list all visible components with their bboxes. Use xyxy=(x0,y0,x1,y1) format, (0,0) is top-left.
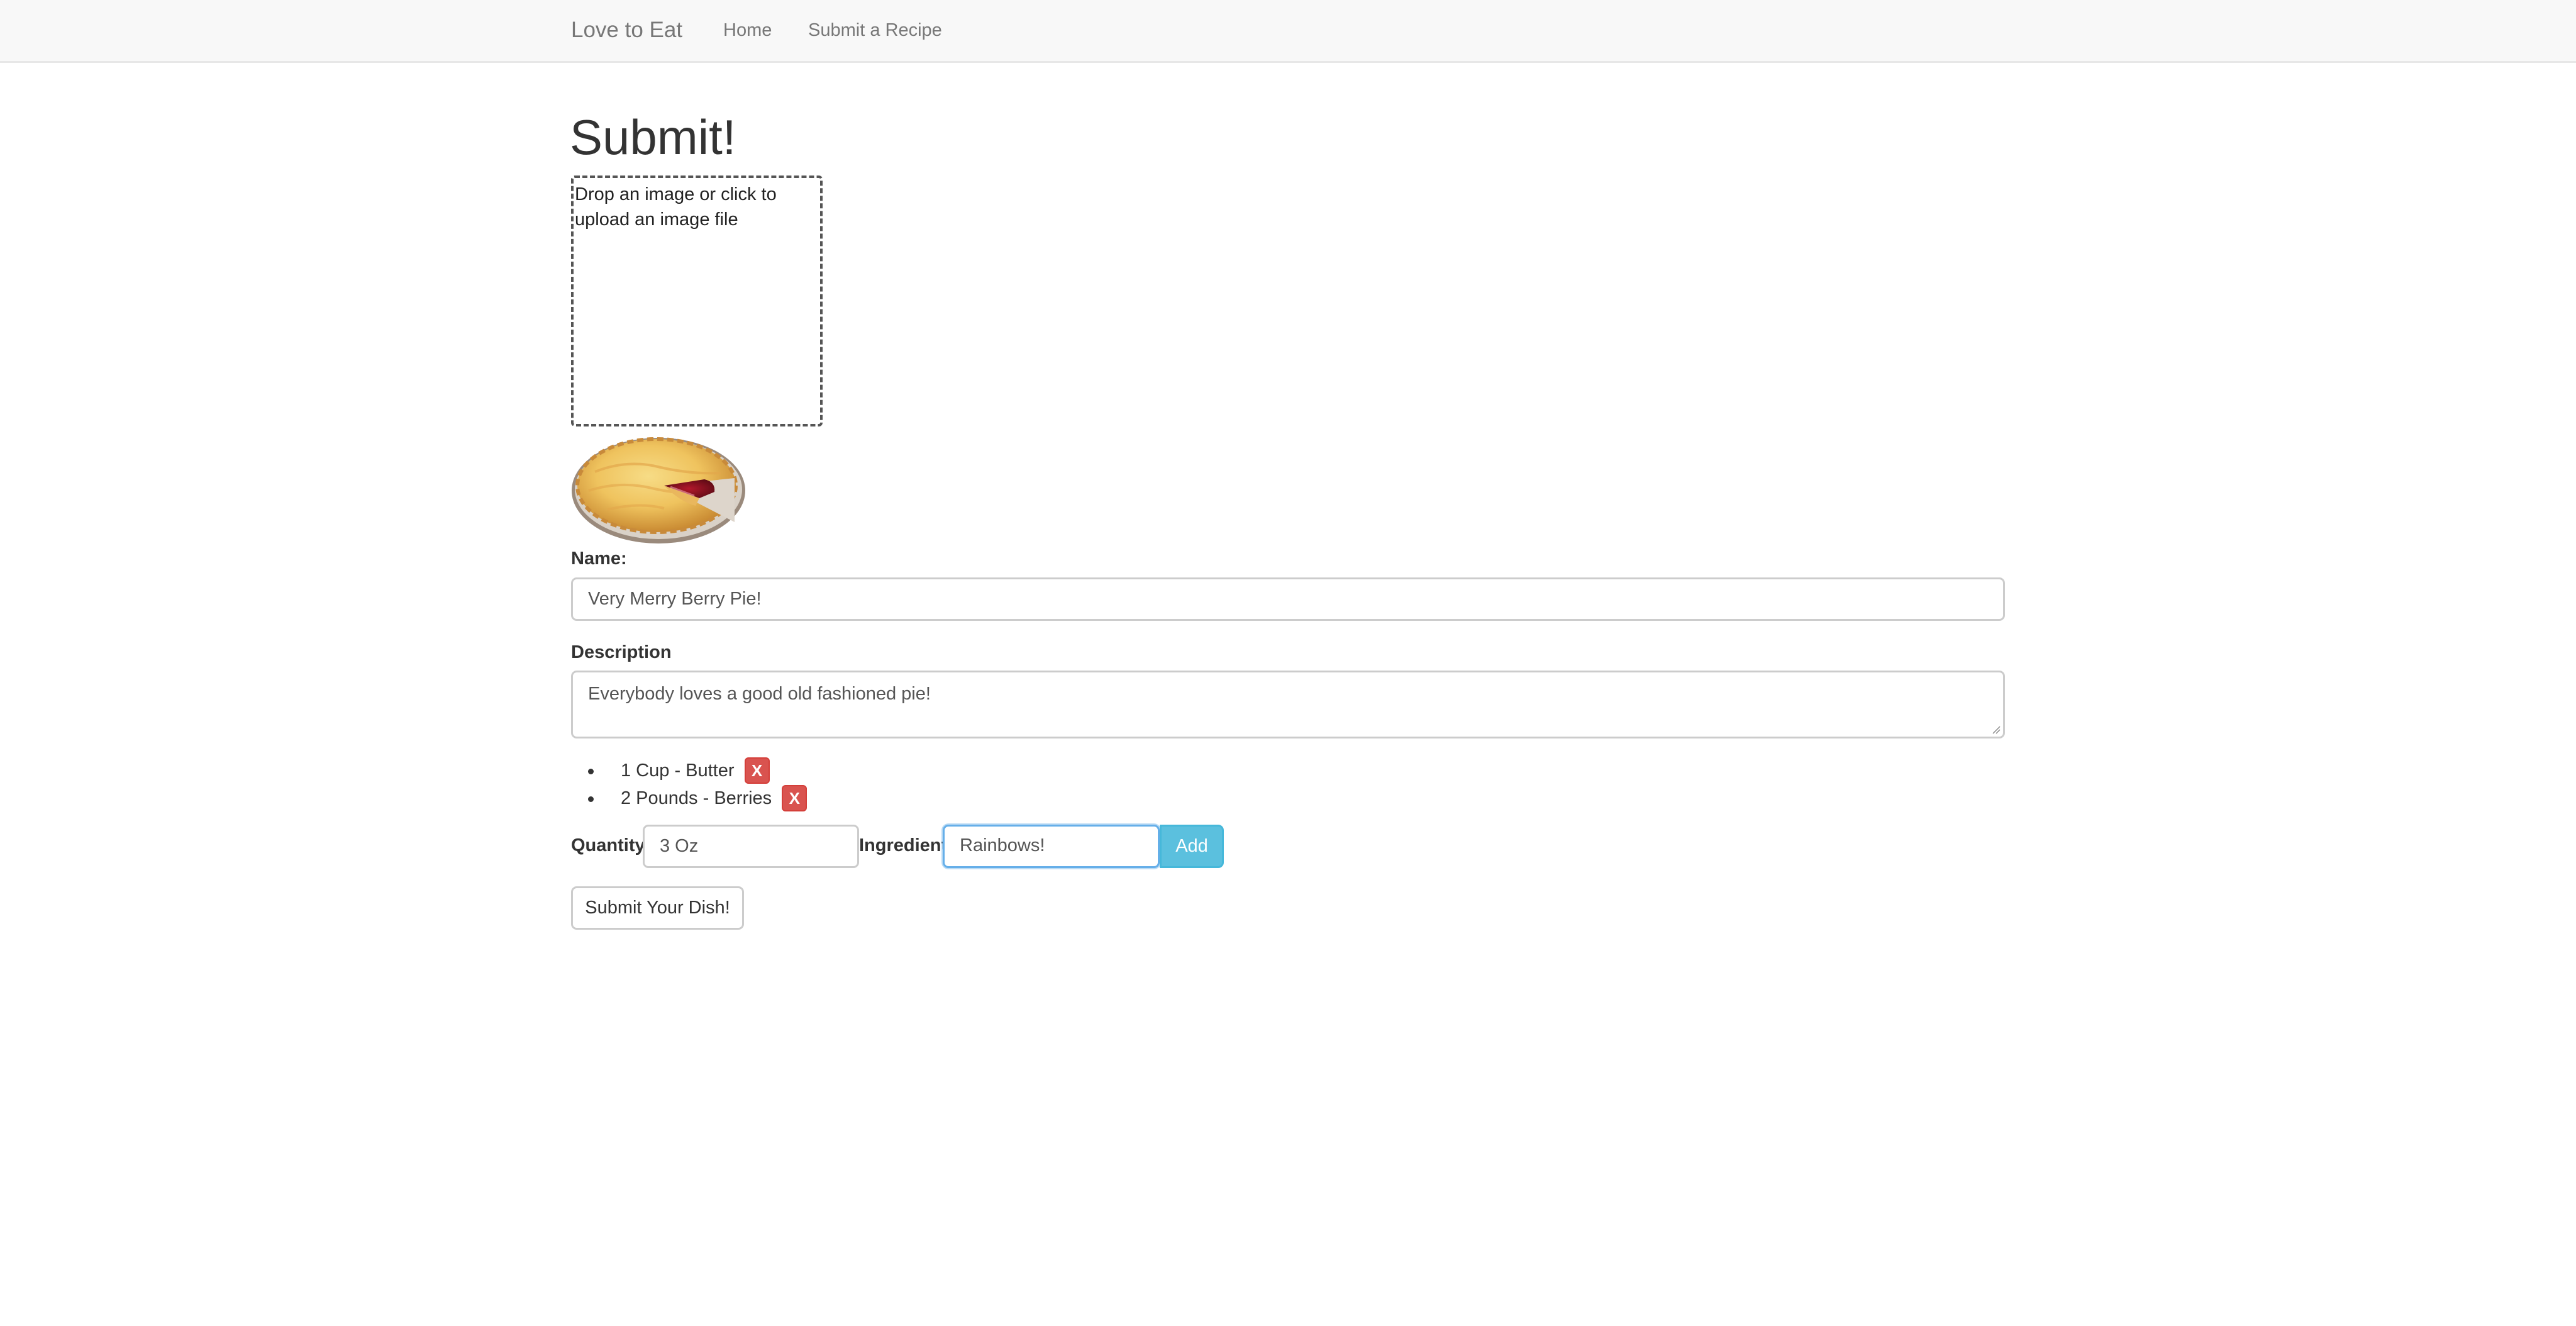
ingredient-input[interactable]: Rainbows! xyxy=(943,825,1160,868)
ingredient-item: 1 Cup - Butter X xyxy=(588,757,807,784)
recipe-name-input[interactable]: Very Merry Berry Pie! xyxy=(571,577,2005,621)
add-ingredient-button[interactable]: Add xyxy=(1160,825,1224,868)
ingredient-item: 2 Pounds - Berries X xyxy=(588,784,808,812)
recipe-image-preview xyxy=(572,437,745,543)
page-title: Submit! xyxy=(570,109,736,165)
submit-dish-button[interactable]: Submit Your Dish! xyxy=(571,886,744,930)
image-dropzone[interactable]: Drop an image or click to upload an imag… xyxy=(571,176,823,426)
navbar: Love to Eat Home Submit a Recipe xyxy=(0,0,2576,63)
description-text: Everybody loves a good old fashioned pie… xyxy=(588,684,931,704)
ingredient-text: 1 Cup - Butter xyxy=(621,760,735,781)
nav-link-home[interactable]: Home xyxy=(723,18,772,43)
remove-ingredient-button[interactable]: X xyxy=(782,785,808,811)
nav-link-submit-recipe[interactable]: Submit a Recipe xyxy=(808,18,942,43)
resize-handle-icon[interactable] xyxy=(1992,725,2001,734)
ingredient-list: 1 Cup - Butter X 2 Pounds - Berries X xyxy=(588,757,808,812)
quantity-label: Quantity xyxy=(571,835,645,855)
description-textarea[interactable]: Everybody loves a good old fashioned pie… xyxy=(571,671,2005,738)
remove-ingredient-button[interactable]: X xyxy=(744,757,770,784)
brand-link[interactable]: Love to Eat xyxy=(571,15,682,45)
description-label: Description xyxy=(571,642,672,662)
dropzone-instructions: Drop an image or click to upload an imag… xyxy=(575,184,777,230)
quantity-input[interactable]: 3 Oz xyxy=(643,825,859,868)
bullet-icon xyxy=(588,769,594,774)
ingredient-text: 2 Pounds - Berries xyxy=(621,788,772,808)
name-label: Name: xyxy=(571,549,627,569)
ingredient-label: Ingredient xyxy=(859,835,948,855)
bullet-icon xyxy=(588,796,594,802)
